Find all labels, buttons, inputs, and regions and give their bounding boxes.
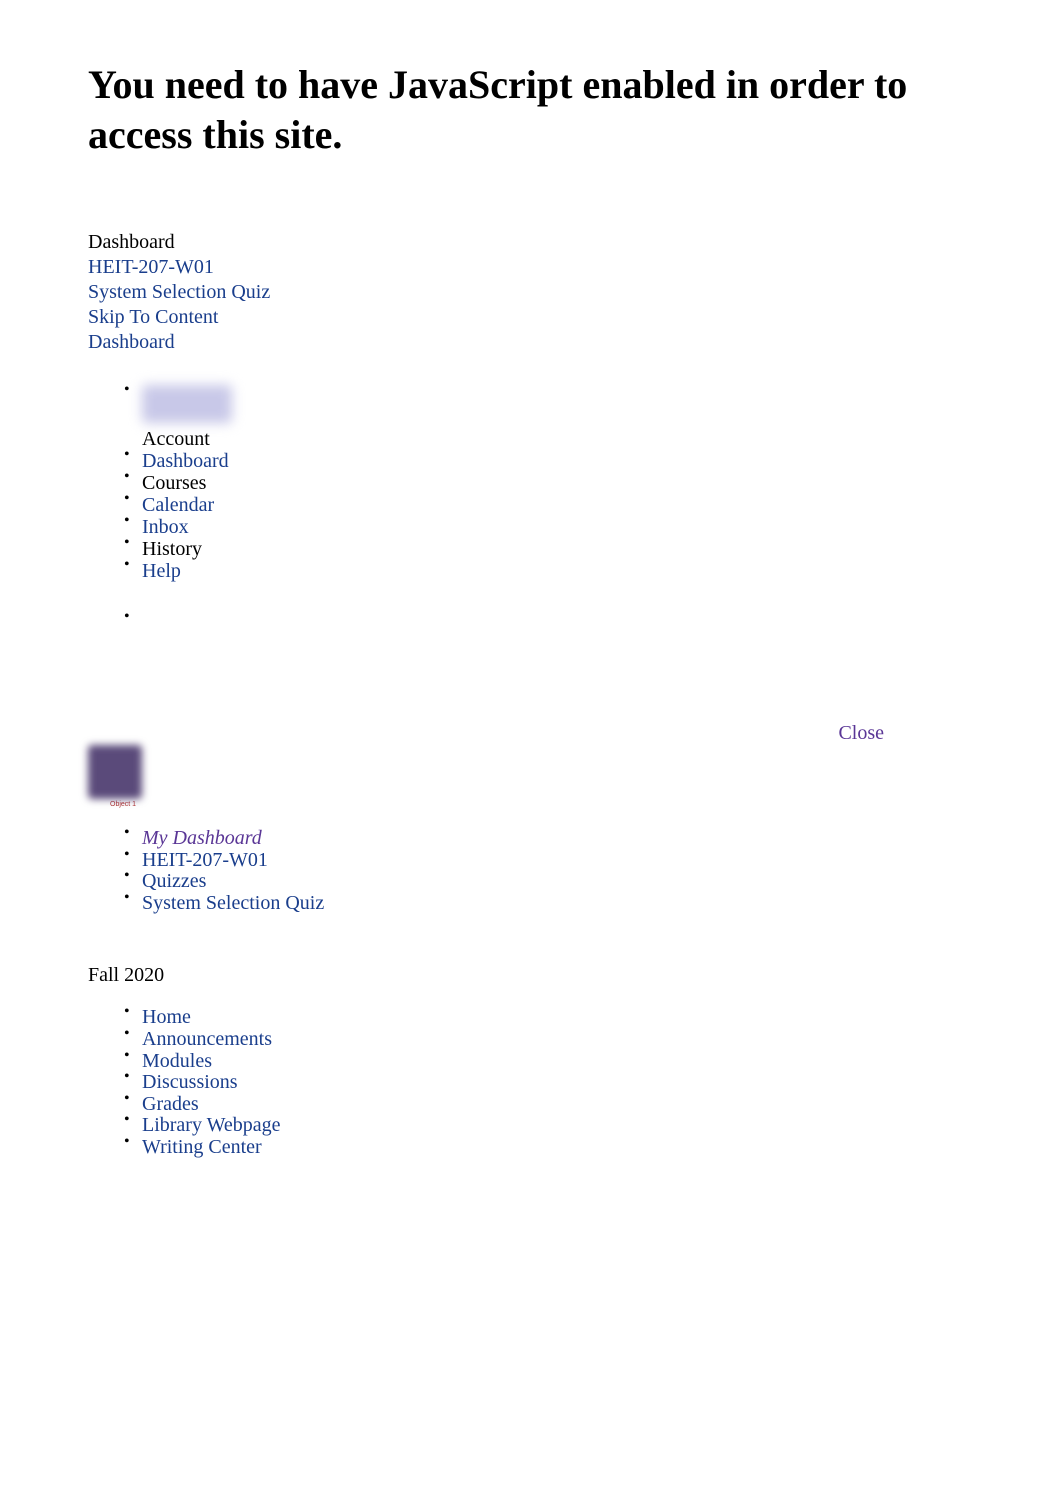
breadcrumb-quiz-link[interactable]: System Selection Quiz [88,281,270,303]
course-nav-discussions[interactable]: Discussions [142,1071,238,1093]
course-nav-grades[interactable]: Grades [142,1093,199,1115]
breadcrumb: My Dashboard HEIT-207-W01 Quizzes System… [88,828,974,914]
nav-item-inbox[interactable]: Inbox [142,516,189,538]
nav-item-dashboard[interactable]: Dashboard [142,450,229,472]
breadcrumb-quizzes[interactable]: Quizzes [142,870,206,892]
nav-item-courses[interactable]: Courses [142,472,974,494]
object-label: Object 1 [110,801,974,808]
breadcrumb-quiz[interactable]: System Selection Quiz [142,892,324,914]
page-heading: You need to have JavaScript enabled in o… [88,60,974,160]
dashboard-link[interactable]: Dashboard [88,331,175,353]
nav-label-account: Account [142,428,210,450]
nav-item-account[interactable]: Account [142,385,974,450]
breadcrumb-dashboard-text: Dashboard [88,230,974,255]
breadcrumb-course[interactable]: HEIT-207-W01 [142,849,268,871]
close-button[interactable]: Close [838,722,884,745]
course-thumbnail [88,745,142,799]
global-nav: Account Dashboard Courses Calendar Inbox… [88,385,974,582]
course-nav-writing-center[interactable]: Writing Center [142,1136,262,1158]
avatar-placeholder [142,385,232,423]
course-nav: Home Announcements Modules Discussions G… [88,1007,974,1158]
skip-to-content-link[interactable]: Skip To Content [88,306,218,328]
course-nav-home[interactable]: Home [142,1006,191,1028]
breadcrumb-my-dashboard[interactable]: My Dashboard [142,827,262,849]
term-label: Fall 2020 [88,964,974,987]
course-nav-library[interactable]: Library Webpage [142,1114,281,1136]
course-nav-modules[interactable]: Modules [142,1050,212,1072]
breadcrumb-course-link[interactable]: HEIT-207-W01 [88,256,214,278]
nav-item-history[interactable]: History [142,538,974,560]
nav-item-calendar[interactable]: Calendar [142,494,214,516]
course-nav-announcements[interactable]: Announcements [142,1028,272,1050]
nav-item-help[interactable]: Help [142,560,181,582]
